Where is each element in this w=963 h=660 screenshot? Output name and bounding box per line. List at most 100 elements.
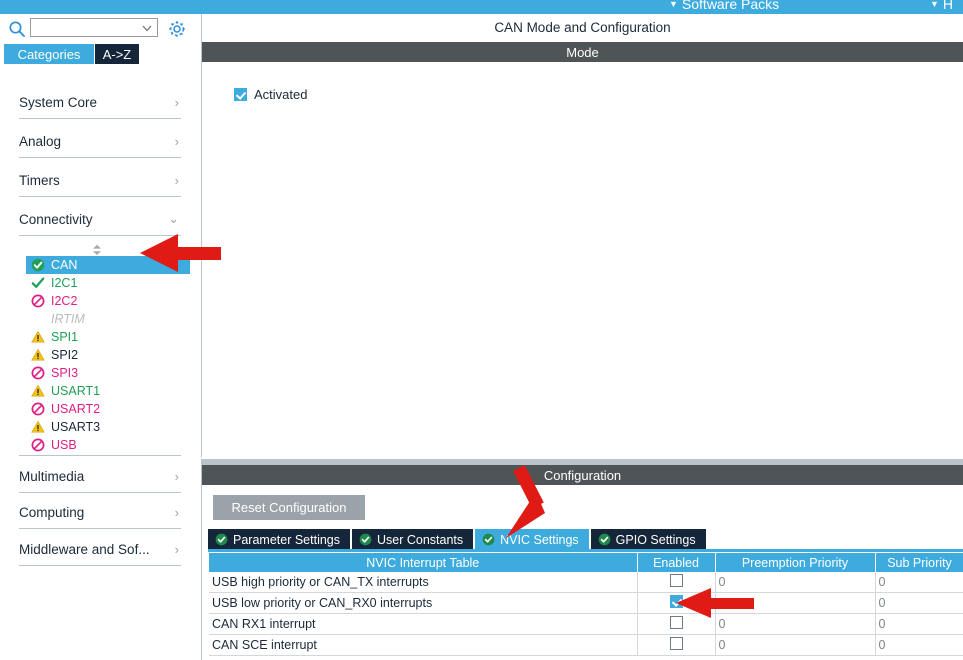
chevron-right-icon: › — [174, 133, 179, 149]
check-circle-green-icon — [598, 533, 611, 546]
peripheral-item-spi3[interactable]: SPI3 — [30, 364, 190, 382]
interrupt-name: CAN RX1 interrupt — [209, 613, 638, 635]
configuration-tabstrip: Parameter Settings User Constants NVIC S… — [208, 528, 708, 550]
mode-panel: CAN Mode and Configuration Mode Activate… — [201, 14, 963, 457]
table-row[interactable]: USB low priority or CAN_RX0 interrupts 0… — [209, 592, 963, 614]
sidebar-category-label: Multimedia — [19, 468, 85, 484]
peripheral-item-label: USART1 — [51, 384, 101, 398]
sidebar-category-connectivity[interactable]: Connectivity ⌄ — [19, 203, 181, 236]
forbidden-pink-icon — [30, 366, 46, 380]
sidebar-tabstrip: Categories A->Z — [0, 44, 190, 64]
check-circle-green-icon — [215, 533, 228, 546]
tab-nvic-settings[interactable]: NVIC Settings — [475, 529, 589, 550]
enabled-checkbox[interactable] — [669, 595, 683, 608]
search-combobox[interactable] — [30, 18, 158, 37]
activated-checkbox[interactable] — [234, 88, 247, 101]
peripheral-item-spi2[interactable]: SPI2 — [30, 346, 190, 364]
peripheral-list: CAN I2C1 I2C2 IRTIM SPI1 SPI2 SPI3 USART… — [26, 256, 190, 454]
peripheral-item-label: I2C2 — [51, 294, 78, 308]
peripheral-item-i2c1[interactable]: I2C1 — [30, 274, 190, 292]
enabled-cell[interactable] — [637, 592, 716, 614]
forbidden-pink-icon — [30, 294, 46, 308]
table-row[interactable]: USB high priority or CAN_TX interrupts 0… — [209, 572, 963, 593]
preemption-priority-cell[interactable]: 0 — [715, 572, 876, 593]
sidebar-category-multimedia[interactable]: Multimedia › — [19, 460, 181, 493]
interrupt-name: USB high priority or CAN_TX interrupts — [209, 572, 638, 593]
peripheral-item-irtim[interactable]: IRTIM — [30, 310, 190, 328]
reset-configuration-button[interactable]: Reset Configuration — [213, 495, 365, 520]
chevron-down-icon: ▼ — [669, 0, 678, 9]
menu-item-software-packs[interactable]: ▼ Software Packs — [669, 0, 779, 12]
no-icon — [30, 312, 46, 326]
page-title: CAN Mode and Configuration — [202, 14, 963, 41]
top-menu-bar: ▼ Software Packs ▼ H — [0, 0, 963, 14]
peripheral-item-label: USART2 — [51, 402, 101, 416]
tab-parameter-settings[interactable]: Parameter Settings — [208, 529, 350, 550]
sidebar-tab-categories-label: Categories — [17, 46, 81, 62]
sidebar-category-middleware-and-software-packs[interactable]: Middleware and Sof... › — [19, 533, 181, 566]
enabled-cell[interactable] — [637, 613, 716, 635]
peripheral-item-label: SPI3 — [51, 366, 79, 380]
enabled-checkbox[interactable] — [669, 616, 683, 629]
sidebar-category-computing[interactable]: Computing › — [19, 496, 181, 529]
tab-label: Parameter Settings — [233, 532, 340, 547]
check-circle-green-icon — [30, 258, 46, 272]
peripheral-item-usb[interactable]: USB — [30, 436, 190, 454]
peripheral-item-label: I2C1 — [51, 276, 78, 290]
sidebar-tab-a-to-z-label: A->Z — [102, 46, 132, 62]
menu-item-help[interactable]: ▼ H — [930, 0, 953, 12]
warning-yellow-icon — [30, 348, 46, 362]
sidebar-category-system-core[interactable]: System Core › — [19, 86, 181, 119]
column-header-sub-priority[interactable]: Sub Priority — [875, 553, 963, 572]
chevron-down-icon: ⌄ — [168, 211, 179, 226]
preemption-priority-cell[interactable]: 0 — [715, 634, 876, 656]
mode-section-header: Mode — [202, 42, 963, 62]
warning-yellow-icon — [30, 384, 46, 398]
peripheral-item-spi1[interactable]: SPI1 — [30, 328, 190, 346]
enabled-cell[interactable] — [637, 572, 716, 593]
preemption-priority-cell[interactable]: 0 — [715, 613, 876, 635]
chevron-right-icon: › — [174, 468, 179, 484]
sidebar-category-label: System Core — [19, 94, 98, 110]
peripheral-item-usart2[interactable]: USART2 — [30, 400, 190, 418]
table-row[interactable]: CAN RX1 interrupt 0 0 — [209, 613, 963, 635]
enabled-checkbox[interactable] — [669, 637, 683, 650]
menu-item-help-label: H — [942, 0, 954, 12]
sidebar-category-label: Connectivity — [19, 211, 93, 227]
interrupt-name: USB low priority or CAN_RX0 interrupts — [209, 592, 638, 614]
search-input[interactable] — [31, 19, 139, 36]
peripheral-item-label: SPI2 — [51, 348, 79, 362]
preemption-priority-cell[interactable]: 0 — [715, 592, 876, 614]
sidebar-search-row — [0, 16, 190, 42]
tab-user-constants[interactable]: User Constants — [352, 529, 474, 550]
sub-priority-cell[interactable]: 0 — [875, 613, 963, 635]
peripheral-item-label: CAN — [51, 258, 78, 272]
warning-yellow-icon — [30, 420, 46, 434]
gear-icon[interactable] — [167, 19, 187, 39]
check-green-icon — [30, 276, 46, 290]
tab-gpio-settings[interactable]: GPIO Settings — [590, 529, 706, 550]
column-header-preemption-priority[interactable]: Preemption Priority — [715, 553, 876, 572]
sidebar-tab-a-to-z[interactable]: A->Z — [95, 44, 139, 64]
sidebar-tab-categories[interactable]: Categories — [4, 44, 94, 64]
peripheral-item-i2c2[interactable]: I2C2 — [30, 292, 190, 310]
column-header-nvic-interrupt-table[interactable]: NVIC Interrupt Table — [209, 553, 638, 572]
configuration-section-header: Configuration — [202, 465, 963, 485]
table-row[interactable]: CAN SCE interrupt 0 0 — [209, 634, 963, 656]
scroll-updown-indicator-icon[interactable] — [91, 244, 103, 256]
enabled-cell[interactable] — [637, 634, 716, 656]
column-header-enabled[interactable]: Enabled — [637, 553, 716, 572]
activated-row[interactable]: Activated — [234, 87, 307, 102]
peripheral-item-usart1[interactable]: USART1 — [30, 382, 190, 400]
sidebar-category-timers[interactable]: Timers › — [19, 164, 181, 197]
sub-priority-cell[interactable]: 0 — [875, 634, 963, 656]
sidebar-category-analog[interactable]: Analog › — [19, 125, 181, 158]
search-icon — [8, 20, 26, 38]
sub-priority-cell[interactable]: 0 — [875, 572, 963, 593]
sub-priority-cell[interactable]: 0 — [875, 592, 963, 614]
peripheral-item-can[interactable]: CAN — [26, 256, 190, 274]
enabled-checkbox[interactable] — [669, 574, 683, 587]
forbidden-pink-icon — [30, 402, 46, 416]
peripheral-item-usart3[interactable]: USART3 — [30, 418, 190, 436]
chevron-down-icon[interactable] — [141, 22, 153, 34]
